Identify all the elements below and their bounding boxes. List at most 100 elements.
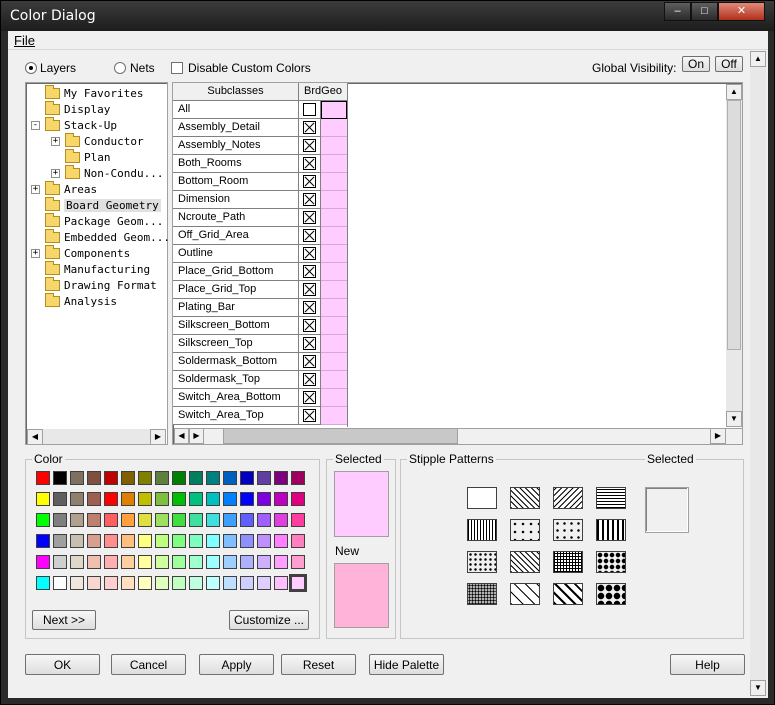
color-swatch[interactable]	[223, 471, 237, 485]
color-swatch[interactable]	[121, 492, 135, 506]
color-cell[interactable]	[321, 407, 347, 425]
color-swatch[interactable]	[121, 555, 135, 569]
stipple-pattern[interactable]	[467, 551, 497, 573]
tree-item[interactable]: Areas	[45, 180, 97, 197]
color-swatch[interactable]	[274, 513, 288, 527]
visibility-checkbox[interactable]	[303, 265, 316, 278]
color-cell[interactable]	[321, 335, 347, 353]
table-row[interactable]: Both_Rooms	[173, 155, 348, 173]
color-swatch[interactable]	[121, 576, 135, 590]
color-swatch[interactable]	[138, 576, 152, 590]
subclasses-header[interactable]: Subclasses	[173, 83, 299, 101]
color-cell[interactable]	[321, 371, 347, 389]
close-button[interactable]: ✕	[718, 2, 765, 21]
color-swatch[interactable]	[104, 555, 118, 569]
visibility-checkbox[interactable]	[303, 247, 316, 260]
color-swatch[interactable]	[70, 555, 84, 569]
table-row[interactable]: Plating_Bar	[173, 299, 348, 317]
apply-button[interactable]: Apply	[199, 654, 274, 675]
visibility-cell[interactable]	[299, 155, 321, 173]
color-swatch[interactable]	[104, 576, 118, 590]
color-swatch[interactable]	[240, 576, 254, 590]
tree-item[interactable]: Drawing Format	[45, 276, 157, 293]
visibility-checkbox[interactable]	[303, 283, 316, 296]
color-swatch[interactable]	[274, 555, 288, 569]
color-swatch[interactable]	[289, 574, 307, 592]
color-swatch[interactable]	[274, 534, 288, 548]
color-swatch[interactable]	[223, 576, 237, 590]
color-swatch[interactable]	[53, 471, 67, 485]
visibility-cell[interactable]	[299, 317, 321, 335]
color-swatch[interactable]	[223, 513, 237, 527]
stipple-pattern[interactable]	[510, 487, 540, 509]
nets-radio[interactable]	[114, 62, 126, 74]
tree-item[interactable]: Stack-Up	[45, 116, 117, 133]
grid-scroll-down-button[interactable]: ▼	[726, 411, 742, 427]
visibility-checkbox[interactable]	[303, 319, 316, 332]
color-swatch[interactable]	[70, 534, 84, 548]
visibility-checkbox[interactable]	[303, 409, 316, 422]
color-cell[interactable]	[321, 263, 347, 281]
color-swatch[interactable]	[274, 471, 288, 485]
color-swatch[interactable]	[155, 534, 169, 548]
color-swatch[interactable]	[155, 576, 169, 590]
tree-hscrollbar[interactable]	[27, 429, 166, 444]
color-swatch[interactable]	[138, 471, 152, 485]
visibility-cell[interactable]	[299, 263, 321, 281]
color-cell[interactable]	[321, 245, 347, 263]
window-scroll-up-button[interactable]: ▲	[750, 51, 766, 67]
color-swatch[interactable]	[36, 492, 50, 506]
customize-button[interactable]: Customize ...	[229, 610, 309, 630]
color-swatch[interactable]	[121, 534, 135, 548]
color-swatch[interactable]	[172, 492, 186, 506]
color-swatch[interactable]	[291, 492, 305, 506]
color-cell[interactable]	[321, 209, 347, 227]
stipple-pattern[interactable]	[553, 487, 583, 509]
color-cell[interactable]	[321, 227, 347, 245]
color-cell[interactable]	[321, 137, 347, 155]
color-swatch[interactable]	[87, 576, 101, 590]
visibility-cell[interactable]	[299, 209, 321, 227]
color-swatch[interactable]	[104, 492, 118, 506]
color-swatch[interactable]	[138, 513, 152, 527]
color-swatch[interactable]	[291, 555, 305, 569]
color-swatch[interactable]	[104, 513, 118, 527]
visibility-checkbox[interactable]	[303, 301, 316, 314]
color-swatch[interactable]	[87, 513, 101, 527]
visibility-checkbox[interactable]	[303, 103, 316, 116]
grid-scroll-right-button[interactable]: ▶	[710, 428, 726, 444]
grid-vscroll-thumb[interactable]	[727, 100, 741, 350]
visibility-checkbox[interactable]	[303, 157, 316, 170]
color-swatch[interactable]	[223, 555, 237, 569]
stipple-pattern[interactable]	[467, 519, 497, 541]
visibility-checkbox[interactable]	[303, 211, 316, 224]
color-cell[interactable]	[321, 191, 347, 209]
color-swatch[interactable]	[206, 576, 220, 590]
stipple-pattern[interactable]	[553, 519, 583, 541]
color-swatch[interactable]	[138, 492, 152, 506]
visibility-checkbox[interactable]	[303, 373, 316, 386]
color-swatch[interactable]	[189, 534, 203, 548]
color-swatch[interactable]	[189, 492, 203, 506]
cancel-button[interactable]: Cancel	[111, 654, 186, 675]
tree-item[interactable]: Manufacturing	[45, 260, 150, 277]
color-swatch[interactable]	[121, 513, 135, 527]
visibility-off-button[interactable]: Off	[715, 56, 743, 72]
color-swatch[interactable]	[240, 471, 254, 485]
color-swatch[interactable]	[291, 513, 305, 527]
color-swatch[interactable]	[36, 555, 50, 569]
color-swatch[interactable]	[172, 471, 186, 485]
visibility-cell[interactable]	[299, 101, 321, 119]
visibility-checkbox[interactable]	[303, 193, 316, 206]
color-swatch[interactable]	[189, 471, 203, 485]
color-swatch[interactable]	[36, 513, 50, 527]
color-cell[interactable]	[321, 317, 347, 335]
color-swatch[interactable]	[53, 555, 67, 569]
color-swatch[interactable]	[87, 555, 101, 569]
tree-item[interactable]: Non-Condu...	[65, 164, 163, 181]
class-tree[interactable]: My Favorites Display - Stack-Up + Conductor Pl…	[25, 82, 170, 445]
color-swatch[interactable]	[240, 513, 254, 527]
visibility-checkbox[interactable]	[303, 229, 316, 242]
visibility-cell[interactable]	[299, 371, 321, 389]
color-swatch[interactable]	[121, 471, 135, 485]
